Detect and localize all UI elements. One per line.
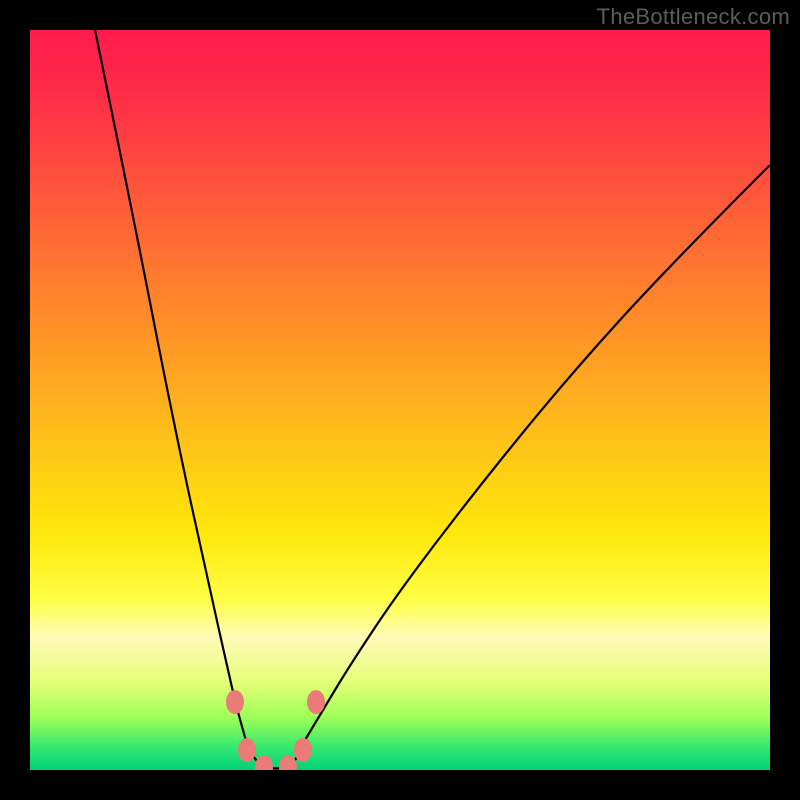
gradient-background <box>30 30 770 770</box>
plot-frame <box>30 30 770 770</box>
watermark-text: TheBottleneck.com <box>597 4 790 30</box>
